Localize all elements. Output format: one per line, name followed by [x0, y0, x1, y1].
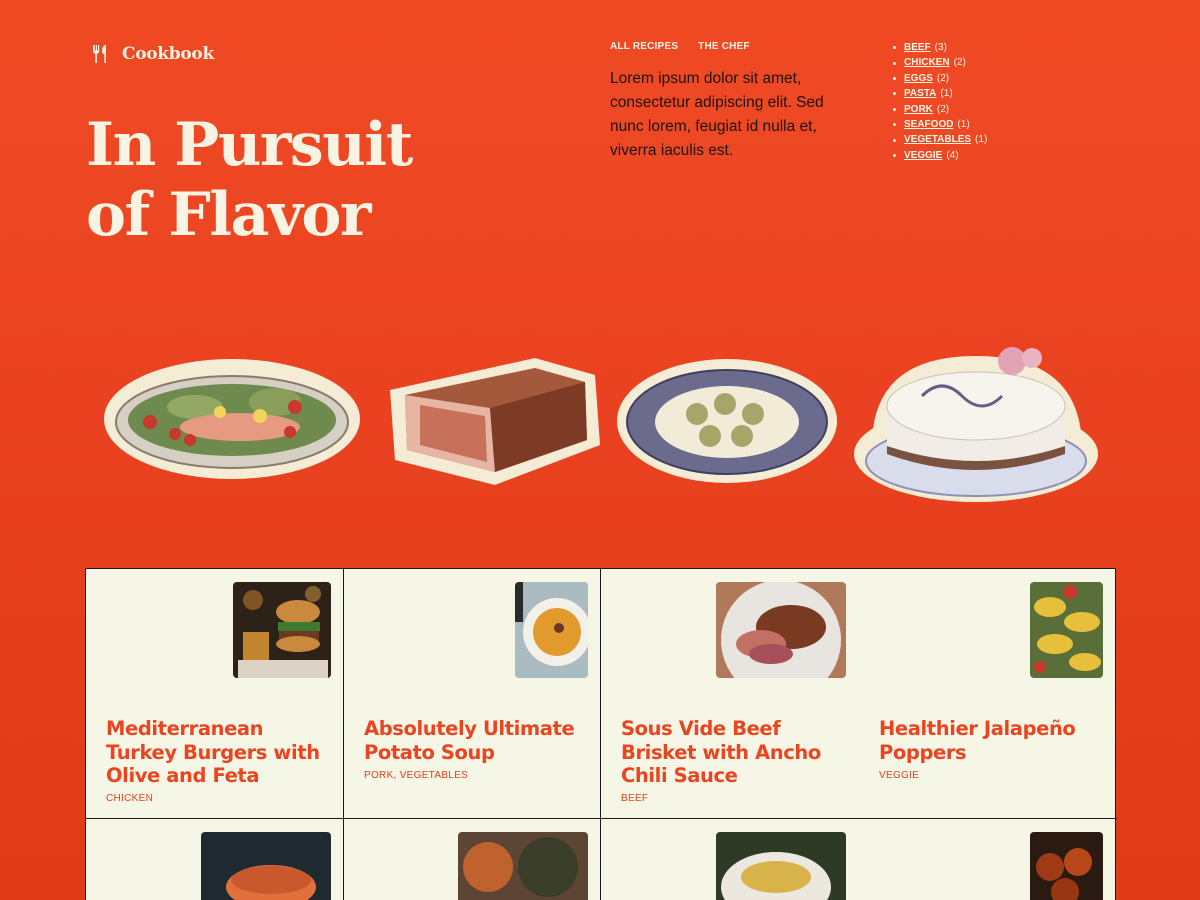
category-item: EGGS (2)	[893, 71, 987, 86]
recipe-card[interactable]: Absolutely Ultimate Potato Soup PORK, VE…	[344, 569, 601, 819]
recipe-thumbnail	[201, 832, 331, 900]
category-item: CHICKEN (2)	[893, 55, 987, 70]
category-item: VEGGIE (4)	[893, 148, 987, 163]
recipe-grid: Mediterranean Turkey Burgers with Olive …	[85, 568, 1117, 900]
recipe-tags[interactable]: VEGGIE	[879, 770, 919, 781]
recipe-card[interactable]: Mediterranean Turkey Burgers with Olive …	[86, 569, 344, 819]
recipe-thumbnail	[716, 582, 846, 678]
bullet-icon	[893, 138, 896, 142]
category-link-beef[interactable]: BEEF	[904, 40, 931, 55]
recipe-thumbnail	[233, 582, 331, 678]
category-link-pasta[interactable]: PASTA	[904, 86, 936, 101]
category-item: VEGETABLES (1)	[893, 132, 987, 147]
recipe-thumbnail	[515, 582, 588, 678]
bullet-icon	[893, 61, 896, 65]
recipe-tags[interactable]: CHICKEN	[106, 793, 153, 804]
recipe-card[interactable]	[859, 819, 1117, 900]
category-link-veggie[interactable]: VEGGIE	[904, 148, 942, 163]
recipe-card[interactable]: Healthier Jalapeño Poppers VEGGIE	[859, 569, 1117, 819]
salmon-platter-illustration	[100, 352, 365, 487]
category-count: (2)	[936, 103, 950, 115]
recipe-thumbnail	[716, 832, 846, 900]
category-link-seafood[interactable]: SEAFOOD	[904, 117, 953, 132]
category-count: (1)	[975, 134, 988, 146]
recipe-card[interactable]	[344, 819, 601, 900]
bullet-icon	[893, 46, 896, 50]
recipe-thumbnail	[458, 832, 588, 900]
category-link-eggs[interactable]: EGGS	[904, 71, 933, 86]
brand-logo[interactable]: Cookbook	[90, 44, 214, 64]
category-count: (2)	[953, 57, 966, 69]
category-item: PASTA (1)	[893, 86, 987, 101]
stuffed-mushrooms-plate-illustration	[615, 354, 840, 489]
recipe-tags[interactable]: PORK, VEGETABLES	[364, 770, 468, 781]
category-item: PORK (2)	[893, 102, 987, 117]
category-item: SEAFOOD (1)	[893, 117, 987, 132]
category-count: (1)	[957, 119, 970, 131]
bullet-icon	[893, 123, 896, 127]
recipe-title[interactable]: Healthier Jalapeño Poppers	[879, 717, 1107, 764]
recipe-title[interactable]: Absolutely Ultimate Potato Soup	[364, 717, 590, 764]
hero-title-line-2: of Flavor	[86, 180, 371, 250]
bacon-slab-illustration	[375, 350, 605, 490]
fork-knife-icon	[93, 45, 106, 63]
category-link-vegetables[interactable]: VEGETABLES	[904, 132, 971, 147]
intro-text: Lorem ipsum dolor sit amet, consectetur …	[610, 70, 824, 159]
recipe-title[interactable]: Sous Vide Beef Brisket with Ancho Chili …	[621, 717, 849, 788]
recipe-title[interactable]: Mediterranean Turkey Burgers with Olive …	[106, 717, 333, 788]
category-count: (3)	[934, 42, 947, 53]
recipe-card[interactable]: Sous Vide Beef Brisket with Ancho Chili …	[601, 569, 859, 819]
category-count: (2)	[936, 72, 950, 84]
category-count: (1)	[940, 88, 953, 100]
bullet-icon	[893, 77, 896, 81]
brand-name: Cookbook	[122, 44, 214, 64]
bullet-icon	[893, 92, 896, 96]
bullet-icon	[893, 107, 896, 111]
recipe-card[interactable]	[86, 819, 344, 900]
bullet-icon	[893, 154, 896, 158]
category-link-chicken[interactable]: CHICKEN	[904, 55, 950, 70]
category-link-pork[interactable]: PORK	[904, 102, 933, 117]
recipe-thumbnail	[1030, 832, 1103, 900]
nav-the-chef[interactable]: THE CHEF	[698, 41, 750, 52]
nav-all-recipes[interactable]: ALL RECIPES	[610, 41, 678, 52]
recipe-card[interactable]	[601, 819, 859, 900]
hero-title-line-1: In Pursuit	[86, 110, 413, 180]
hero-title: In Pursuit of Flavor	[86, 110, 506, 250]
frosted-cake-illustration	[852, 336, 1102, 506]
recipe-thumbnail	[1030, 582, 1103, 678]
category-count: (4)	[946, 149, 959, 161]
category-item: BEEF (3)	[893, 40, 987, 55]
top-nav: ALL RECIPES THE CHEF	[610, 41, 750, 52]
category-list: BEEF (3) CHICKEN (2) EGGS (2) PASTA (1) PORK…	[893, 40, 987, 163]
recipe-tags[interactable]: BEEF	[621, 793, 648, 804]
